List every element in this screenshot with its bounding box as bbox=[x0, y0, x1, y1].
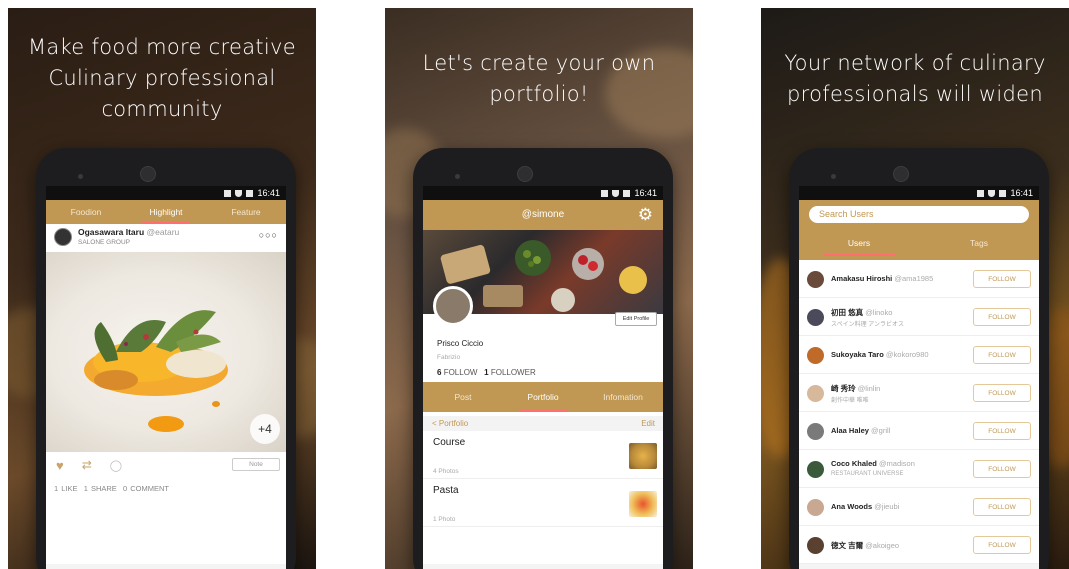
avatar bbox=[807, 423, 824, 440]
edit-portfolio-link[interactable]: Edit bbox=[641, 419, 655, 428]
album-pasta[interactable]: Pasta 1 Photo bbox=[423, 481, 663, 527]
tab-users[interactable]: Users bbox=[799, 230, 919, 256]
search-header: Search Users Users Tags bbox=[799, 200, 1039, 260]
profile-header: @simone ⚙ bbox=[423, 200, 663, 230]
tab-foodion[interactable]: Foodion bbox=[46, 200, 126, 224]
search-users-input[interactable]: Search Users bbox=[809, 206, 1029, 223]
status-bar: 16:41 bbox=[799, 186, 1039, 200]
avatar bbox=[807, 461, 824, 478]
tab-infomation[interactable]: Infomation bbox=[583, 382, 663, 412]
user-row[interactable]: Alaa Haley @grill FOLLOW bbox=[799, 412, 1039, 450]
profile-name: Prisco Ciccio bbox=[437, 339, 484, 348]
user-row[interactable]: Amakasu Hiroshi @ama1985 FOLLOW bbox=[799, 260, 1039, 298]
avatar bbox=[807, 271, 824, 288]
profile-subname: Fabrizio bbox=[437, 354, 461, 361]
user-row[interactable]: Ana Woods @jieubi FOLLOW bbox=[799, 488, 1039, 526]
tab-portfolio[interactable]: Portfolio bbox=[503, 382, 583, 412]
vibrate-icon bbox=[224, 189, 232, 197]
promo-headline: Let's create your own portfolio! bbox=[422, 51, 656, 106]
vibrate-icon bbox=[601, 189, 609, 197]
profile-tabs: Post Portfolio Infomation bbox=[423, 382, 663, 412]
follow-button[interactable]: FOLLOW bbox=[973, 498, 1031, 516]
battery-icon bbox=[999, 189, 1007, 197]
follow-button[interactable]: FOLLOW bbox=[973, 384, 1031, 402]
feed-tabs: Foodion Highlight Feature bbox=[46, 200, 286, 224]
wifi-icon bbox=[988, 189, 996, 197]
album-course[interactable]: Course 4 Photos bbox=[423, 433, 663, 479]
more-options-icon[interactable]: ○○○ bbox=[259, 230, 278, 240]
heart-icon[interactable]: ♥ bbox=[56, 458, 64, 473]
gear-icon[interactable]: ⚙ bbox=[638, 206, 653, 223]
post-group: SALONE GROUP bbox=[78, 239, 131, 246]
avatar[interactable] bbox=[54, 228, 72, 246]
app-screen-feed: 16:41 Foodion Highlight Feature Ogasawar… bbox=[46, 186, 286, 569]
portfolio-section-bar: < Portfolio Edit bbox=[423, 416, 663, 431]
tab-post[interactable]: Post bbox=[423, 382, 503, 412]
follow-button[interactable]: FOLLOW bbox=[973, 308, 1031, 326]
promo-panel-feed: Make food more creative Culinary profess… bbox=[8, 8, 316, 569]
status-bar: 16:41 bbox=[46, 186, 286, 200]
vibrate-icon bbox=[977, 189, 985, 197]
follow-button[interactable]: FOLLOW bbox=[973, 536, 1031, 554]
avatar bbox=[807, 385, 824, 402]
follow-counts[interactable]: 6 FOLLOW 1 FOLLOWER bbox=[437, 368, 536, 377]
status-time: 16:41 bbox=[1010, 188, 1033, 198]
post-author[interactable]: Ogasawara Itaru @eataru bbox=[78, 227, 179, 237]
battery-icon bbox=[246, 189, 254, 197]
post-counts: 1 LIKE 1 SHARE 0 COMMENT bbox=[54, 484, 169, 493]
note-button[interactable]: Note bbox=[232, 458, 280, 471]
wifi-icon bbox=[235, 189, 243, 197]
profile-title: @simone bbox=[521, 209, 565, 220]
follow-button[interactable]: FOLLOW bbox=[973, 460, 1031, 478]
promo-headline: Your network of culinary professionals w… bbox=[784, 51, 1046, 106]
tab-feature[interactable]: Feature bbox=[206, 200, 286, 224]
bottom-nav: F ○ ▢ △ ♙ bbox=[46, 564, 286, 569]
search-tabs: Users Tags bbox=[799, 230, 1039, 256]
follow-button[interactable]: FOLLOW bbox=[973, 270, 1031, 288]
avatar bbox=[807, 309, 824, 326]
app-screen-search: 16:41 Search Users Users Tags Amakasu Hi… bbox=[799, 186, 1039, 569]
avatar bbox=[807, 347, 824, 364]
tab-tags[interactable]: Tags bbox=[919, 230, 1039, 256]
bottom-nav: F ○ ▢ △ ● bbox=[423, 564, 663, 569]
status-time: 16:41 bbox=[257, 188, 280, 198]
status-bar: 16:41 bbox=[423, 186, 663, 200]
phone-frame: 16:41 @simone ⚙ Edit Profile Prisco Cicc… bbox=[413, 148, 673, 569]
bottom-nav: F ● ▢ △ ♙ bbox=[799, 564, 1039, 569]
edit-profile-button[interactable]: Edit Profile bbox=[615, 312, 657, 326]
phone-frame: 16:41 Search Users Users Tags Amakasu Hi… bbox=[789, 148, 1049, 569]
wifi-icon bbox=[612, 189, 620, 197]
tab-highlight[interactable]: Highlight bbox=[126, 200, 206, 224]
profile-avatar[interactable] bbox=[433, 286, 473, 326]
battery-icon bbox=[623, 189, 631, 197]
user-row[interactable]: Coco Khaled @madison RESTAURANT UNIVERSE… bbox=[799, 450, 1039, 488]
repost-icon[interactable]: ⇄ bbox=[82, 458, 92, 472]
follow-button[interactable]: FOLLOW bbox=[973, 346, 1031, 364]
app-screen-profile: 16:41 @simone ⚙ Edit Profile Prisco Cicc… bbox=[423, 186, 663, 569]
phone-frame: 16:41 Foodion Highlight Feature Ogasawar… bbox=[36, 148, 296, 569]
user-row[interactable]: 徳文 吉爾 @akoigeo FOLLOW bbox=[799, 526, 1039, 564]
album-thumbnail bbox=[629, 491, 657, 517]
user-row[interactable]: 崎 秀玲 @linlin 創作中華 唯唯 FOLLOW bbox=[799, 374, 1039, 412]
comment-icon[interactable]: ◯ bbox=[110, 459, 122, 472]
promo-headline: Make food more creative Culinary profess… bbox=[28, 35, 296, 121]
post-photo[interactable]: +4 bbox=[46, 252, 286, 452]
avatar bbox=[807, 499, 824, 516]
back-to-portfolio-link[interactable]: < Portfolio bbox=[432, 419, 468, 428]
promo-panel-network: Your network of culinary professionals w… bbox=[761, 8, 1069, 569]
dish-illustration bbox=[84, 310, 228, 432]
user-row[interactable]: Sukoyaka Taro @kokoro980 FOLLOW bbox=[799, 336, 1039, 374]
user-row[interactable]: 初田 悠真 @linoko スペイン料理 アンラビオス FOLLOW bbox=[799, 298, 1039, 336]
avatar bbox=[807, 537, 824, 554]
status-time: 16:41 bbox=[634, 188, 657, 198]
more-photos-badge[interactable]: +4 bbox=[250, 414, 280, 444]
promo-panel-portfolio: Let's create your own portfolio! 16:41 @… bbox=[385, 8, 693, 569]
follow-button[interactable]: FOLLOW bbox=[973, 422, 1031, 440]
album-thumbnail bbox=[629, 443, 657, 469]
post-header: Ogasawara Itaru @eataru SALONE GROUP ○○○ bbox=[46, 224, 286, 252]
